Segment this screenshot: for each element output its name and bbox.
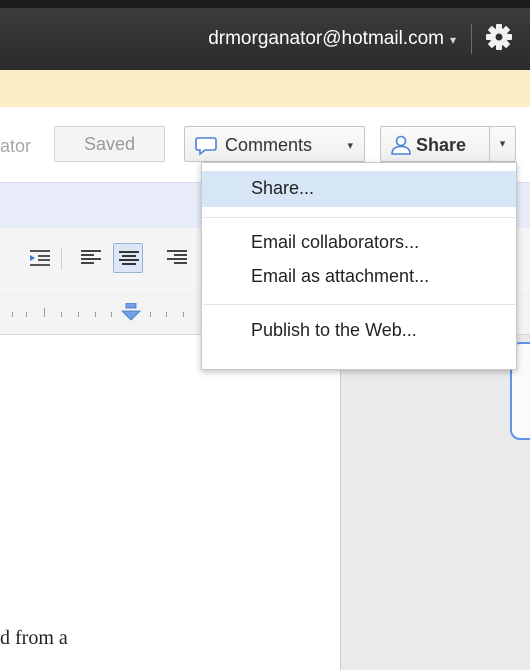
ruler-tick xyxy=(61,312,62,317)
comments-label: Comments xyxy=(225,135,313,155)
menu-divider xyxy=(203,304,517,305)
ruler-tick xyxy=(111,312,112,317)
divider xyxy=(471,24,472,54)
menu-item-publish-web[interactable]: Publish to the Web... xyxy=(202,313,516,349)
share-menu: Share... Email collaborators... Email as… xyxy=(201,162,517,370)
ruler-tick xyxy=(26,312,27,317)
saved-button[interactable]: Saved xyxy=(54,126,165,162)
divider xyxy=(61,248,62,270)
ruler-tick xyxy=(44,308,45,317)
notice-bar xyxy=(0,70,530,107)
ruler-tick xyxy=(150,312,151,317)
menu-item-share[interactable]: Share... xyxy=(202,171,516,207)
document-text: d from a xyxy=(0,627,68,649)
menu-divider xyxy=(203,217,517,218)
chevron-down-icon: ▾ xyxy=(449,33,456,47)
align-right-icon[interactable] xyxy=(162,243,192,273)
menu-item-label: Email collaborators... xyxy=(251,232,420,252)
ruler-tick xyxy=(12,312,13,317)
menu-item-label: Email as attachment... xyxy=(251,266,430,286)
share-label: Share xyxy=(416,135,467,155)
share-dropdown-button[interactable]: ▾ xyxy=(489,126,516,162)
menu-item-email-collaborators[interactable]: Email collaborators... xyxy=(202,225,516,261)
ruler-tick xyxy=(95,312,96,317)
share-button[interactable]: Share xyxy=(380,126,489,162)
align-center-icon[interactable] xyxy=(113,243,143,273)
indent-marker[interactable] xyxy=(120,302,142,328)
menu-item-email-attachment[interactable]: Email as attachment... xyxy=(202,259,516,295)
top-strip xyxy=(0,0,530,8)
gear-icon[interactable] xyxy=(484,22,514,52)
menu-item-label: Publish to the Web... xyxy=(251,320,417,340)
align-left-icon[interactable] xyxy=(76,243,106,273)
menu-item-label: Share... xyxy=(251,178,315,198)
account-email: drmorganator@hotmail.com xyxy=(208,28,444,49)
person-icon xyxy=(390,134,412,161)
comment-icon xyxy=(195,136,217,161)
ruler-tick xyxy=(78,312,79,317)
chevron-down-icon: ▾ xyxy=(347,140,353,152)
indent-icon[interactable] xyxy=(25,243,55,273)
account-menu[interactable]: drmorganator@hotmail.com ▾ xyxy=(208,28,456,50)
ruler-tick xyxy=(183,312,184,317)
side-panel xyxy=(340,335,530,670)
ruler-tick xyxy=(166,312,167,317)
comments-button[interactable]: Comments ▾ xyxy=(184,126,365,162)
collaborator-text: ator xyxy=(0,136,32,156)
